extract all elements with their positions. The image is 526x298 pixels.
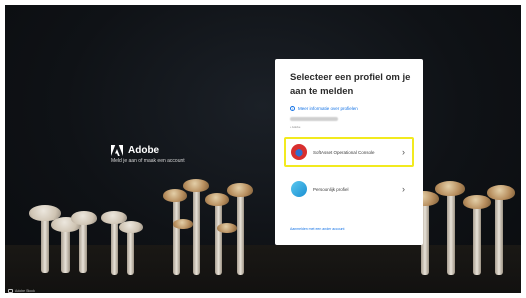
mushroom-cluster-left-2 — [101, 195, 145, 275]
chevron-right-icon: › — [402, 146, 405, 157]
account-sub-label: • Adobe — [290, 125, 301, 129]
brand-name: Adobe — [128, 145, 160, 156]
brand-subtitle: Meld je aan of maak een account — [111, 158, 185, 164]
personal-avatar-icon — [291, 181, 307, 197]
account-email-redacted — [290, 117, 338, 121]
mushroom-cluster-left — [27, 175, 97, 275]
footer-credit-label: Adobe Stock — [15, 289, 35, 293]
footer-credit: Adobe Stock — [8, 289, 35, 293]
adobe-brand: Adobe Meld je aan of maak een account — [111, 145, 185, 164]
profile-label: SoftAsset Operational Console — [313, 149, 375, 155]
profile-option-organization[interactable]: SoftAsset Operational Console › — [284, 137, 414, 167]
adobe-logo-icon — [111, 145, 123, 156]
org-avatar-icon — [291, 144, 307, 160]
info-icon: i — [290, 106, 295, 111]
profile-info-label: Meer informatie over profielen — [298, 106, 358, 111]
photo-credit-icon — [8, 289, 13, 293]
profile-label: Persoonlijk profiel — [313, 186, 349, 192]
page-title: Selecteer een profiel om je aan te melde… — [290, 72, 411, 97]
background-scene: Adobe Meld je aan of maak een account — [5, 5, 521, 293]
profile-info-link[interactable]: i Meer informatie over profielen — [290, 106, 358, 111]
profile-select-card: Selecteer een profiel om je aan te melde… — [275, 59, 423, 245]
mushroom-cluster-center — [155, 157, 265, 275]
mushroom-cluster-right — [407, 163, 517, 275]
profile-option-personal[interactable]: Persoonlijk profiel › — [284, 174, 414, 204]
chevron-right-icon: › — [402, 183, 405, 194]
other-account-link[interactable]: Aanmelden met een ander account — [290, 227, 344, 231]
